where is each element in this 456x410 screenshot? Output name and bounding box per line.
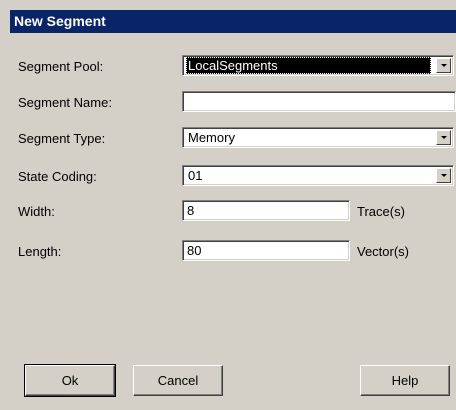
dropdown-arrow-icon[interactable] <box>436 130 451 145</box>
cancel-button[interactable]: Cancel <box>133 365 223 396</box>
width-label: Width: <box>18 204 55 219</box>
segment-type-combo[interactable]: Memory <box>182 127 454 148</box>
segment-type-label: Segment Type: <box>18 131 106 146</box>
length-label: Length: <box>18 244 62 259</box>
segment-name-label: Segment Name: <box>18 95 112 110</box>
length-unit-label: Vector(s) <box>357 244 410 259</box>
ok-button[interactable]: Ok <box>24 364 116 397</box>
dropdown-arrow-icon[interactable] <box>436 168 451 183</box>
width-input[interactable]: 8 <box>182 200 350 221</box>
state-coding-combo[interactable]: 01 <box>182 165 454 186</box>
state-coding-label: State Coding: <box>18 169 97 184</box>
new-segment-dialog: New Segment Segment Pool: LocalSegments … <box>10 10 456 410</box>
segment-pool-value: LocalSegments <box>186 57 431 74</box>
width-unit-label: Trace(s) <box>357 204 405 219</box>
state-coding-value: 01 <box>188 168 203 183</box>
help-button[interactable]: Help <box>360 365 450 396</box>
length-input[interactable]: 80 <box>182 240 350 261</box>
dropdown-arrow-icon[interactable] <box>436 58 451 73</box>
segment-pool-combo[interactable]: LocalSegments <box>182 55 454 76</box>
segment-type-value: Memory <box>188 130 235 145</box>
segment-name-input[interactable] <box>182 91 456 112</box>
segment-pool-label: Segment Pool: <box>18 59 104 74</box>
dialog-title: New Segment <box>10 10 456 33</box>
